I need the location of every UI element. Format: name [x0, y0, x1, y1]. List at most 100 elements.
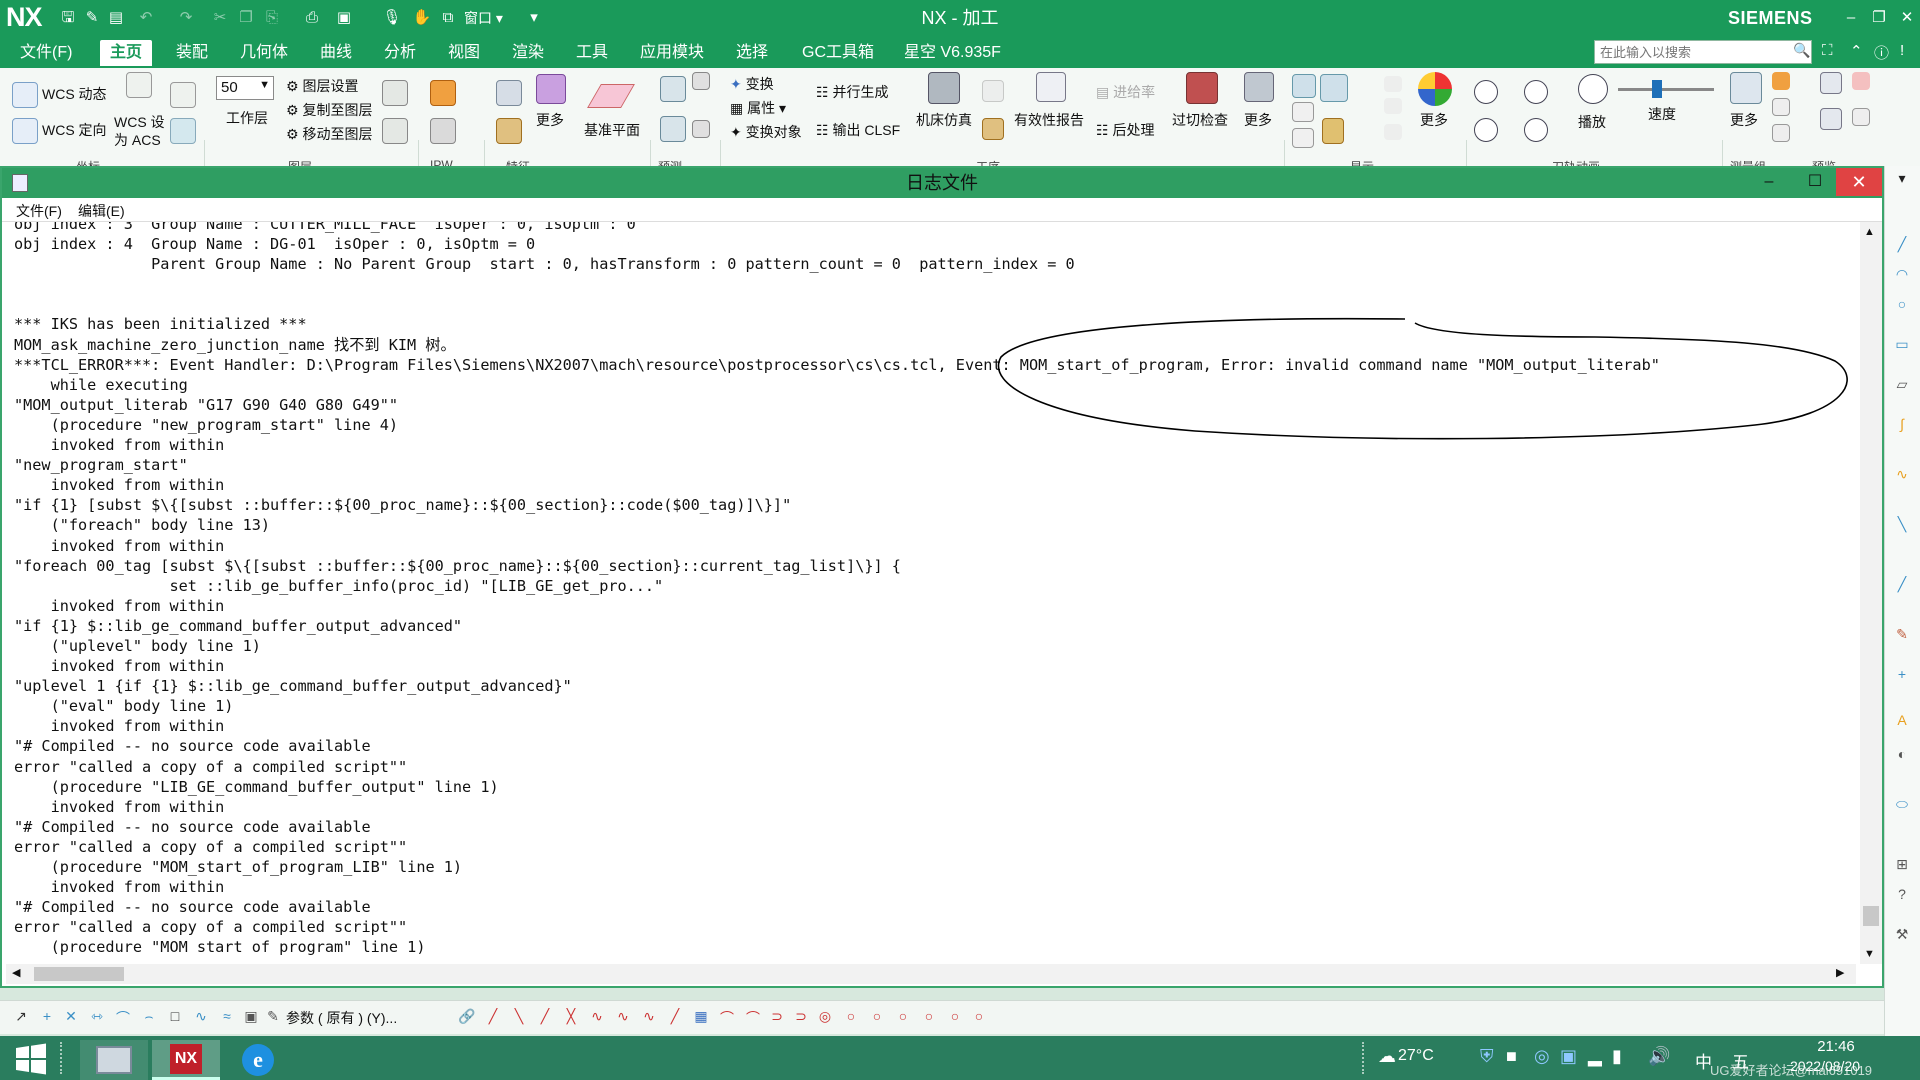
validity-report-icon[interactable]: [1036, 72, 1066, 102]
strip-curve-icon[interactable]: ∫: [1893, 416, 1911, 434]
more-ops-icon[interactable]: [1244, 72, 1274, 102]
menu-xingkong[interactable]: 星空 V6.935F: [894, 40, 1011, 66]
verify-icon[interactable]: [982, 80, 1004, 102]
prediction-icon-2[interactable]: [660, 116, 686, 142]
measure-small-icon-2[interactable]: [1772, 98, 1790, 116]
point-icon[interactable]: +: [38, 1008, 56, 1026]
weather-temperature[interactable]: 27°C: [1398, 1047, 1434, 1065]
display-mode-icon[interactable]: ▣: [334, 8, 354, 28]
grid-snap-icon[interactable]: ▦: [692, 1008, 710, 1026]
wcs-display-icon[interactable]: [170, 82, 196, 108]
vertical-scroll-thumb[interactable]: [1863, 906, 1879, 926]
log-maximize-button[interactable]: ☐: [1792, 168, 1838, 196]
circle-snap-icon-3[interactable]: ○: [868, 1008, 886, 1026]
play-button[interactable]: 播放: [1578, 112, 1606, 132]
log-minimize-button[interactable]: –: [1746, 168, 1792, 196]
play-icon[interactable]: [1578, 74, 1608, 104]
strip-circle-icon[interactable]: ○: [1893, 296, 1911, 314]
menu-assembly[interactable]: 装配: [166, 40, 218, 66]
arc-center-icon[interactable]: ⌒: [114, 1008, 132, 1026]
display-tool-icon[interactable]: [1322, 118, 1344, 144]
circle-snap-icon-2[interactable]: ○: [842, 1008, 860, 1026]
touch-mode-icon[interactable]: ✋: [412, 8, 432, 28]
color-wheel-icon[interactable]: [1418, 72, 1452, 106]
wcs-dynamic-icon[interactable]: [12, 82, 38, 108]
more-features-icon[interactable]: [536, 74, 566, 104]
tray-app-icon-1[interactable]: ■: [1506, 1046, 1517, 1067]
snap-icon[interactable]: ↗: [12, 1008, 30, 1026]
command-search-input[interactable]: [1594, 40, 1812, 64]
strip-grid-icon[interactable]: ⊞: [1893, 856, 1911, 874]
menu-select[interactable]: 选择: [726, 40, 778, 66]
face-icon[interactable]: □: [166, 1008, 184, 1026]
log-close-button[interactable]: ✕: [1836, 168, 1882, 196]
log-text-area[interactable]: obj index : 3 Group Name : CUTTER_MILL_F…: [6, 222, 1856, 964]
preview-icon-2[interactable]: [1820, 108, 1842, 130]
display-toggle-icon[interactable]: [1292, 128, 1314, 148]
security-shield-icon[interactable]: ⛨: [1480, 1046, 1494, 1067]
strip-offset-icon[interactable]: ╲: [1893, 516, 1911, 534]
display-path-icon[interactable]: [1292, 74, 1316, 98]
transform-object-button[interactable]: ✦ 变换对象: [730, 122, 802, 142]
taskbar-app-ie[interactable]: e: [224, 1040, 292, 1080]
sketch-icon-3[interactable]: ╱: [536, 1008, 554, 1026]
layer-stack-icon[interactable]: [382, 80, 408, 106]
preview-icon-1[interactable]: [1820, 72, 1842, 94]
more-button-2[interactable]: 更多: [1244, 110, 1272, 130]
circle-snap-icon-1[interactable]: ◎: [816, 1008, 834, 1026]
horizontal-scroll-thumb[interactable]: [34, 967, 124, 981]
strip-plane-icon[interactable]: ▱: [1893, 376, 1911, 394]
weather-cloud-icon[interactable]: ☁: [1378, 1046, 1396, 1067]
output-clsf-button[interactable]: ☷ 输出 CLSF: [816, 120, 900, 140]
prediction-icon-3[interactable]: [692, 72, 710, 90]
step-back-icon[interactable]: [1474, 80, 1498, 104]
wcs-dynamic-button[interactable]: WCS 动态: [42, 84, 107, 104]
link-icon[interactable]: 🔗: [458, 1008, 476, 1026]
menu-view[interactable]: 视图: [438, 40, 490, 66]
arrow-down-icon[interactable]: [1384, 124, 1402, 140]
strip-text-icon[interactable]: A: [1893, 712, 1911, 730]
display-list-icon[interactable]: [1292, 102, 1314, 122]
attribute-button[interactable]: ▦ 属性 ▾: [730, 98, 786, 118]
strip-help-icon[interactable]: ?: [1893, 886, 1911, 904]
sketch-icon-7[interactable]: ∿: [640, 1008, 658, 1026]
scroll-left-icon[interactable]: ◀: [12, 966, 20, 979]
tray-app-icon-2[interactable]: ▣: [1560, 1046, 1577, 1067]
strip-tool-icon[interactable]: ⚒: [1893, 926, 1911, 944]
sketch-icon-4[interactable]: ╳: [562, 1008, 580, 1026]
prediction-icon-4[interactable]: [692, 120, 710, 138]
taskbar-app-nx[interactable]: NX: [152, 1040, 220, 1080]
network-icon[interactable]: ▂: [1588, 1046, 1602, 1067]
params-icon[interactable]: ✎: [264, 1008, 282, 1026]
battery-icon[interactable]: ▮: [1612, 1046, 1622, 1067]
ipw-options-icon[interactable]: [430, 118, 456, 144]
strip-plus-icon[interactable]: +: [1893, 666, 1911, 684]
rewind-icon[interactable]: [1474, 118, 1498, 142]
circle-snap-icon-6[interactable]: ○: [946, 1008, 964, 1026]
minimize-button[interactable]: –: [1836, 4, 1866, 32]
feed-rate-button[interactable]: ▤ 进给率: [1096, 82, 1155, 102]
log-window-titlebar[interactable]: 日志文件 – ☐ ✕: [2, 168, 1882, 198]
more-button-4[interactable]: 更多: [1730, 110, 1758, 130]
microphone-icon[interactable]: 🎙: [382, 8, 402, 28]
move-to-layer-button[interactable]: ⚙ 移动至图层: [286, 124, 372, 144]
work-layer-select[interactable]: 50 ▼: [216, 76, 274, 100]
curve-on-face-icon[interactable]: ∿: [192, 1008, 210, 1026]
help-icon[interactable]: ⓘ: [1874, 42, 1894, 62]
wcs-set-acs-icon[interactable]: [126, 72, 152, 98]
wcs-visibility-icon[interactable]: [170, 118, 196, 144]
more-button-3[interactable]: 更多: [1420, 110, 1448, 130]
restore-button[interactable]: ❐: [1864, 4, 1894, 32]
menu-applications[interactable]: 应用模块: [630, 40, 714, 66]
ipw-icon[interactable]: [430, 80, 456, 106]
arc-snap-icon-2[interactable]: ⌒: [744, 1008, 762, 1026]
prediction-icon-1[interactable]: [660, 76, 686, 102]
strip-brush-icon[interactable]: ✎: [1893, 626, 1911, 644]
measure-icon[interactable]: [1730, 72, 1762, 104]
strip-arc-icon[interactable]: ◠: [1893, 266, 1911, 284]
strip-rect-icon[interactable]: ▭: [1893, 336, 1911, 354]
overcut-check-icon[interactable]: [1186, 72, 1218, 104]
layer-category-icon[interactable]: [382, 118, 408, 144]
sketch-line-icon[interactable]: ╱: [484, 1008, 502, 1026]
strip-spline-icon[interactable]: ∿: [1893, 466, 1911, 484]
